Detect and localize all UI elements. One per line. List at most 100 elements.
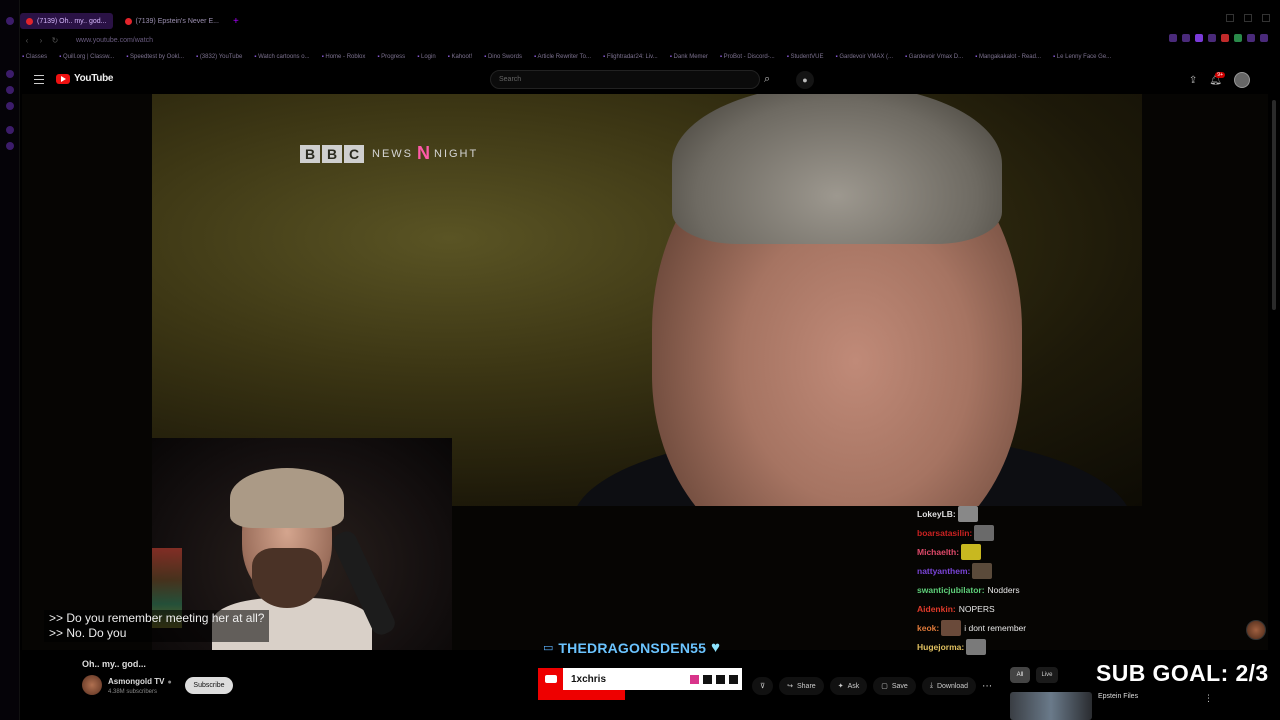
extension-icon[interactable] xyxy=(1195,34,1203,42)
youtube-favicon-icon xyxy=(124,17,132,25)
bookmark-item[interactable]: ProBot - Discord-... xyxy=(720,54,775,60)
bookmark-item[interactable]: Home - Roblox xyxy=(322,54,365,60)
bookmark-item[interactable]: Article Rewriter To... xyxy=(534,54,591,60)
new-tab-button[interactable]: + xyxy=(233,16,239,27)
download-button[interactable]: ⤓ Download xyxy=(921,677,977,695)
bookmark-item[interactable]: Dank Memer xyxy=(670,54,708,60)
tab-title: (7139) Oh.. my.. god... xyxy=(37,17,107,25)
bookmark-item[interactable]: Speedtest by Ookl... xyxy=(126,54,184,60)
tab-title: (7139) Epstein's Never E... xyxy=(135,17,219,25)
chat-text: NOPERS xyxy=(958,603,995,614)
chat-overlay: LokeyLB: boarsatasilin: Michaelth: nattyant… xyxy=(917,504,1117,656)
sub-goal-overlay: SUB GOAL: 2/3 xyxy=(1096,660,1269,686)
bookmark-item[interactable]: Kahoot! xyxy=(448,54,472,60)
chat-username[interactable]: Michaelth: xyxy=(917,547,959,557)
share-button[interactable]: ↪ Share xyxy=(779,677,824,695)
chat-emote-icon xyxy=(974,524,995,541)
page-scrollbar[interactable] xyxy=(1272,100,1276,310)
extension-icon[interactable] xyxy=(1169,34,1177,42)
sidepanel-icon[interactable] xyxy=(6,86,14,94)
chat-emote-icon xyxy=(957,505,978,522)
filter-chip-live[interactable]: Live xyxy=(1036,667,1058,683)
search-icon[interactable]: ⌕ xyxy=(764,73,770,86)
sidepanel-icon[interactable] xyxy=(6,70,14,78)
back-icon[interactable]: ‹ xyxy=(20,36,34,45)
channel-name-text[interactable]: Asmongold TV xyxy=(108,677,164,686)
channel-avatar[interactable] xyxy=(82,675,102,695)
ask-button[interactable]: ✦ Ask xyxy=(829,677,868,695)
chat-username[interactable]: LokeyLB: xyxy=(917,509,956,519)
alert-username: 1xchris xyxy=(571,673,607,685)
notifications-icon[interactable]: 🔔︎ 9+ xyxy=(1209,71,1225,86)
alert-square-icon xyxy=(690,674,699,684)
recommended-title[interactable]: Epstein Files xyxy=(1098,693,1138,700)
browser-tab[interactable]: (7139) Epstein's Never E... xyxy=(119,13,225,29)
ask-icon: ✦ xyxy=(837,683,844,690)
recommended-more-icon[interactable]: ⋮ xyxy=(1204,693,1213,704)
chat-emote-icon xyxy=(961,543,982,560)
bookmark-item[interactable]: Login xyxy=(417,54,436,60)
upload-icon[interactable]: ⇪ xyxy=(1189,75,1197,86)
channel-name[interactable]: Asmongold TV ● xyxy=(108,677,172,686)
youtube-logo[interactable]: YouTube xyxy=(56,73,114,84)
subscribe-button[interactable]: Subscribe xyxy=(185,677,233,694)
ask-label: Ask xyxy=(847,682,860,690)
download-icon: ⤓ xyxy=(929,682,933,689)
bookmark-item[interactable]: Le Lenny Face Ge... xyxy=(1053,54,1111,60)
extension-icon[interactable] xyxy=(1182,34,1190,42)
youtube-alert-icon xyxy=(538,668,563,690)
bookmark-item[interactable]: Quill.org | Classw... xyxy=(59,54,114,60)
chat-message: Hugejorma: xyxy=(917,637,1117,656)
extension-icon[interactable] xyxy=(1208,34,1216,42)
youtube-header: YouTube Search ⌕ ● ⇪ 🔔︎ 9+ xyxy=(22,68,1270,92)
chat-text: i dont remember xyxy=(964,622,1027,633)
bookmark-item[interactable]: Flightradar24: Liv... xyxy=(603,54,658,60)
chat-message: keok: i dont remember xyxy=(917,618,1117,637)
extension-icon[interactable] xyxy=(1221,34,1229,42)
youtube-wordmark: YouTube xyxy=(74,73,114,84)
sidepanel-icon[interactable] xyxy=(6,142,14,150)
menu-icon[interactable] xyxy=(34,75,44,87)
chat-username[interactable]: nattyanthem: xyxy=(917,566,970,576)
dislike-button[interactable]: ⊽ xyxy=(752,677,774,695)
address-input[interactable]: www.youtube.com/watch xyxy=(76,37,153,44)
filter-chip-all[interactable]: All xyxy=(1010,667,1030,683)
bookmarks-bar: Classes Quill.org | Classw... Speedtest by… xyxy=(22,51,1270,63)
header-actions: ⇪ 🔔︎ 9+ xyxy=(1189,71,1250,88)
minimize-button[interactable] xyxy=(1226,14,1234,22)
bookmark-item[interactable]: Mangakakalot - Read... xyxy=(975,54,1041,60)
chat-username[interactable]: keok: xyxy=(917,623,939,633)
save-button[interactable]: ▢ Save xyxy=(873,677,916,695)
chat-username[interactable]: swanticjubilator: xyxy=(917,585,985,595)
more-options-icon[interactable]: ⋯ xyxy=(982,681,992,692)
maximize-button[interactable] xyxy=(1244,14,1252,22)
bookmark-item[interactable]: Classes xyxy=(22,54,47,60)
recommended-thumbnail[interactable] xyxy=(1010,692,1092,720)
bookmark-item[interactable]: Watch cartoons o... xyxy=(254,54,309,60)
bookmark-item[interactable]: Gardevoir VMAX (... xyxy=(836,54,893,60)
account-avatar[interactable] xyxy=(1234,72,1250,88)
search-input[interactable]: Search xyxy=(490,70,760,89)
bookmark-item[interactable]: Dino Swords xyxy=(484,54,522,60)
browser-logo-icon[interactable] xyxy=(6,17,14,25)
bookmark-item[interactable]: (3832) YouTube xyxy=(196,54,242,60)
forward-icon[interactable]: › xyxy=(34,36,48,45)
extension-icon[interactable] xyxy=(1234,34,1242,42)
sidepanel-icon[interactable] xyxy=(6,126,14,134)
chat-username[interactable]: Hugejorma: xyxy=(917,642,964,652)
bookmark-item[interactable]: Progress xyxy=(377,54,405,60)
bookmark-item[interactable]: Gardevoir Vmax D... xyxy=(905,54,963,60)
microphone-icon[interactable]: ● xyxy=(796,71,814,89)
notification-badge: 9+ xyxy=(1215,71,1225,78)
extension-icon[interactable] xyxy=(1247,34,1255,42)
reload-icon[interactable]: ↻ xyxy=(48,36,62,45)
extension-icon[interactable] xyxy=(1260,34,1268,42)
save-icon: ▢ xyxy=(881,683,888,690)
chat-username[interactable]: Aidenkin: xyxy=(917,604,956,614)
sidepanel-icon[interactable] xyxy=(6,102,14,110)
bookmark-item[interactable]: StudentVUE xyxy=(787,54,823,60)
close-button[interactable] xyxy=(1262,14,1270,22)
chat-username[interactable]: boarsatasilin: xyxy=(917,528,972,538)
twitch-icon: ▭ xyxy=(543,642,554,654)
browser-tab[interactable]: (7139) Oh.. my.. god... xyxy=(20,13,113,29)
